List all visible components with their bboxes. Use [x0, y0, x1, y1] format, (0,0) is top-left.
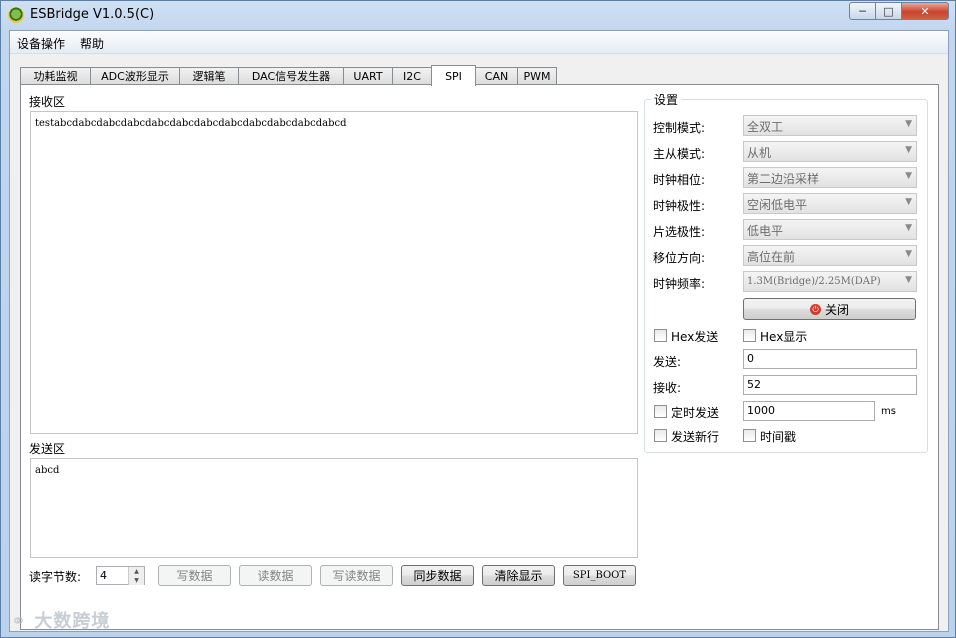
send-newline-checkbox[interactable] — [654, 429, 667, 442]
control-mode-value: 全双工 — [747, 120, 784, 134]
send-area-label: 发送区 — [29, 442, 66, 456]
watermark: ⚭ 大数跨境 — [11, 607, 110, 633]
master-slave-select[interactable]: 从机 ▼ — [743, 141, 917, 162]
send-textarea[interactable]: abcd — [30, 458, 638, 558]
cs-polarity-select[interactable]: 低电平 ▼ — [743, 219, 917, 240]
clock-polarity-label: 时钟极性: — [653, 199, 706, 213]
spi-boot-button[interactable]: SPI_BOOT — [563, 565, 636, 586]
master-slave-label: 主从模式: — [653, 147, 706, 161]
shift-direction-value: 高位在前 — [747, 250, 796, 264]
title-bar[interactable]: ESBridge V1.0.5(C) ─ □ ✕ — [1, 1, 955, 29]
hex-show-checkbox[interactable] — [743, 329, 756, 342]
watermark-text: 大数跨境 — [34, 611, 111, 632]
cs-polarity-label: 片选极性: — [653, 225, 706, 239]
control-mode-select[interactable]: 全双工 ▼ — [743, 115, 917, 136]
tab-i2c[interactable]: I2C — [392, 67, 432, 84]
timed-send-checkbox[interactable] — [654, 405, 667, 418]
clock-polarity-value: 空闲低电平 — [747, 198, 808, 212]
menu-help[interactable]: 帮助 — [80, 35, 104, 52]
window-title: ESBridge V1.0.5(C) — [30, 7, 155, 22]
control-mode-label: 控制模式: — [653, 121, 706, 135]
read-bytes-value: 4 — [100, 569, 107, 582]
cs-polarity-value: 低电平 — [747, 224, 784, 238]
power-icon: ⏻ — [809, 303, 821, 315]
hex-send-checkbox[interactable] — [654, 329, 667, 342]
minimize-icon: ─ — [859, 4, 866, 18]
clock-frequency-select[interactable]: 1.3M(Bridge)/2.25M(DAP) ▼ — [743, 271, 917, 292]
spinner-arrows-icon[interactable]: ▲ ▼ — [128, 567, 144, 585]
sync-data-button[interactable]: 同步数据 — [401, 565, 474, 586]
write-data-button[interactable]: 写数据 — [158, 565, 231, 586]
close-port-label: 关闭 — [824, 302, 849, 317]
tab-power-monitor[interactable]: 功耗监视 — [20, 67, 91, 84]
close-icon: ✕ — [920, 4, 930, 18]
chevron-down-icon: ▼ — [905, 223, 912, 233]
timed-interval-field[interactable]: 1000 — [743, 401, 875, 421]
client-area: 设备操作 帮助 功耗监视 ADC波形显示 逻辑笔 DAC信号发生器 UART I… — [9, 30, 949, 632]
timestamp-label: 时间戳 — [760, 430, 797, 444]
read-data-button[interactable]: 读数据 — [239, 565, 312, 586]
chevron-down-icon: ▼ — [905, 197, 912, 207]
shift-direction-label: 移位方向: — [653, 251, 706, 265]
maximize-icon: □ — [883, 4, 894, 18]
recv-count-field[interactable]: 52 — [743, 375, 917, 395]
tab-can[interactable]: CAN — [475, 67, 518, 84]
clock-frequency-label: 时钟频率: — [653, 277, 706, 291]
tab-adc-waveform[interactable]: ADC波形显示 — [90, 67, 180, 84]
tab-logic-pen[interactable]: 逻辑笔 — [179, 67, 239, 84]
chevron-down-icon: ▼ — [905, 249, 912, 259]
maximize-button[interactable]: □ — [875, 2, 902, 20]
tab-pwm[interactable]: PWM — [517, 67, 557, 84]
read-bytes-label: 读字节数: — [29, 570, 82, 584]
timestamp-checkbox[interactable] — [743, 429, 756, 442]
clock-phase-value: 第二边沿采样 — [747, 172, 820, 186]
close-window-button[interactable]: ✕ — [901, 2, 949, 20]
chevron-down-icon: ▼ — [905, 145, 912, 155]
chevron-down-icon: ▼ — [905, 119, 912, 129]
settings-title: 设置 — [651, 91, 682, 108]
write-read-data-button[interactable]: 写读数据 — [320, 565, 393, 586]
clock-phase-select[interactable]: 第二边沿采样 ▼ — [743, 167, 917, 188]
receive-textarea[interactable]: testabcdabcdabcdabcdabcdabcdabcdabcdabcd… — [30, 111, 638, 434]
menu-bar: 设备操作 帮助 — [10, 31, 948, 54]
timed-unit-label: ms — [881, 406, 896, 417]
timed-send-label: 定时发送 — [671, 406, 720, 420]
clock-polarity-select[interactable]: 空闲低电平 ▼ — [743, 193, 917, 214]
tab-uart[interactable]: UART — [343, 67, 393, 84]
hex-show-label: Hex显示 — [760, 330, 808, 344]
receive-area-label: 接收区 — [29, 95, 66, 109]
recv-count-label: 接收: — [653, 381, 682, 395]
close-port-button[interactable]: ⏻ 关闭 — [743, 298, 916, 320]
app-logo-icon — [8, 7, 24, 23]
clear-display-button[interactable]: 清除显示 — [482, 565, 555, 586]
clock-phase-label: 时钟相位: — [653, 173, 706, 187]
sent-count-label: 发送: — [653, 355, 682, 369]
spi-panel: 接收区 testabcdabcdabcdabcdabcdabcdabcdabcd… — [20, 84, 939, 630]
send-newline-label: 发送新行 — [671, 430, 720, 444]
clock-frequency-value: 1.3M(Bridge)/2.25M(DAP) — [747, 276, 881, 287]
hex-send-label: Hex发送 — [671, 330, 719, 344]
sent-count-field[interactable]: 0 — [743, 349, 917, 369]
shift-direction-select[interactable]: 高位在前 ▼ — [743, 245, 917, 266]
menu-device-ops[interactable]: 设备操作 — [17, 35, 65, 52]
watermark-logo-icon: ⚭ — [11, 611, 28, 632]
tab-dac-generator[interactable]: DAC信号发生器 — [238, 67, 344, 84]
read-bytes-spinner[interactable]: 4 ▲ ▼ — [96, 566, 145, 585]
tab-spi[interactable]: SPI — [431, 65, 476, 86]
minimize-button[interactable]: ─ — [849, 2, 876, 20]
chevron-down-icon: ▼ — [905, 275, 912, 285]
master-slave-value: 从机 — [747, 146, 772, 160]
chevron-down-icon: ▼ — [905, 171, 912, 181]
settings-groupbox: 设置 控制模式: 全双工 ▼ 主从模式: 从机 ▼ 时钟相位: 第二边沿采样 ▼ 时钟… — [644, 91, 928, 453]
app-window: ESBridge V1.0.5(C) ─ □ ✕ 设备操作 帮助 功耗监视 AD… — [0, 0, 956, 638]
